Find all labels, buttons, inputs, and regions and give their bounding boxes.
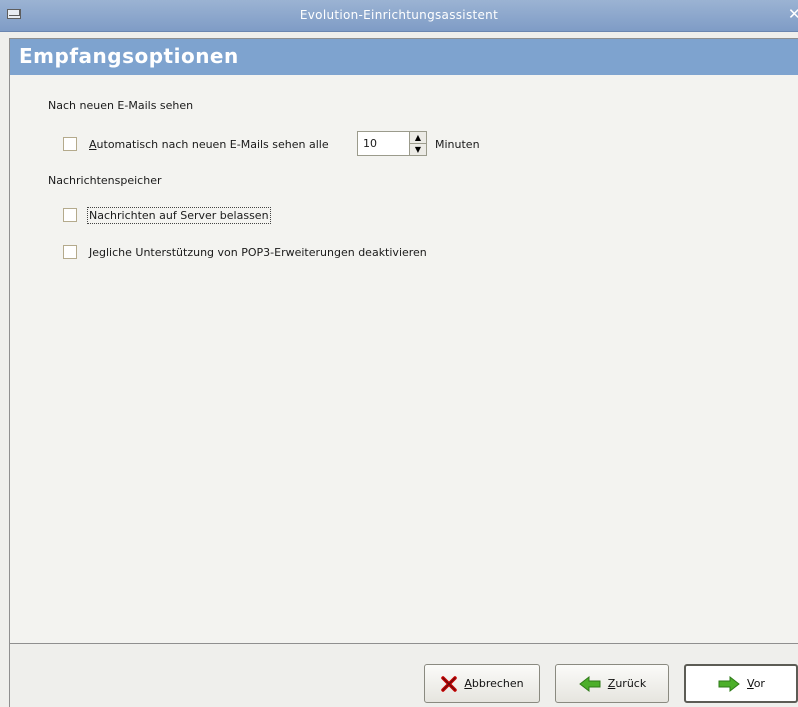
button-bar: [0, 644, 798, 707]
window-titlebar[interactable]: Evolution-Einrichtungsassistent ✕: [0, 0, 798, 32]
content-frame: Empfangsoptionen: [9, 38, 798, 644]
page-title: Empfangsoptionen: [19, 44, 239, 68]
storage-section-label: Nachrichtenspeicher: [48, 174, 162, 187]
cancel-button[interactable]: Abbrechen: [424, 664, 540, 703]
auto-check-checkbox[interactable]: [63, 137, 77, 151]
check-interval-value[interactable]: 10: [358, 132, 409, 155]
auto-check-label[interactable]: Automatisch nach neuen E-Mails sehen all…: [89, 138, 329, 151]
leave-on-server-label[interactable]: Nachrichten auf Server belassen: [87, 206, 271, 224]
interval-unit-label: Minuten: [435, 138, 480, 151]
cancel-x-icon: [440, 675, 458, 693]
back-button[interactable]: Zurück: [555, 664, 669, 703]
spin-buttons: ▲ ▼: [409, 132, 426, 155]
spin-down-icon[interactable]: ▼: [410, 143, 426, 155]
window-title: Evolution-Einrichtungsassistent: [299, 8, 499, 22]
disable-pop3-label[interactable]: Jegliche Unterstützung von POP3-Erweiter…: [89, 246, 427, 259]
close-icon[interactable]: ✕: [788, 6, 798, 22]
forward-label: Vor: [747, 677, 765, 690]
disable-pop3-checkbox[interactable]: [63, 245, 77, 259]
window-left-edge: [9, 644, 10, 707]
spin-up-icon[interactable]: ▲: [410, 132, 426, 143]
forward-arrow-icon: [717, 675, 741, 693]
leave-on-server-checkbox[interactable]: [63, 208, 77, 222]
check-mail-section-label: Nach neuen E-Mails sehen: [48, 99, 194, 112]
back-label: Zurück: [607, 677, 647, 690]
auto-check-row[interactable]: Automatisch nach neuen E-Mails sehen all…: [63, 135, 329, 153]
page-header: Empfangsoptionen: [10, 39, 798, 75]
cancel-label: Abbrechen: [464, 677, 524, 690]
check-interval-spinbox[interactable]: 10 ▲ ▼: [357, 131, 427, 156]
leave-on-server-row[interactable]: Nachrichten auf Server belassen: [63, 206, 271, 224]
back-arrow-icon: [578, 675, 602, 693]
forward-button[interactable]: Vor: [684, 664, 798, 703]
disable-pop3-row[interactable]: Jegliche Unterstützung von POP3-Erweiter…: [63, 243, 427, 261]
